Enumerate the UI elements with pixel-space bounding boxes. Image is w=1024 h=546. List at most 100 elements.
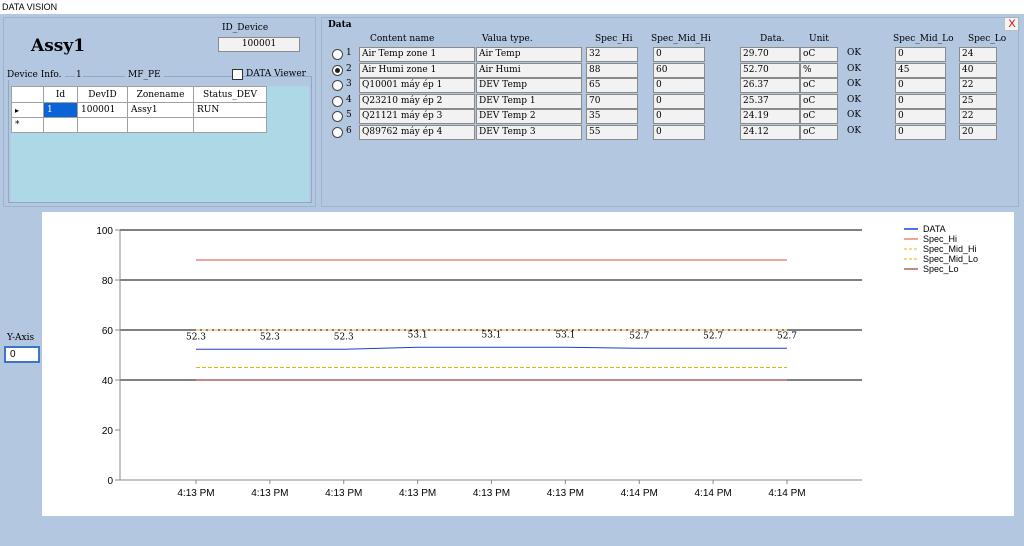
spec-lo-field[interactable]: 22 <box>959 78 997 93</box>
grid-cell[interactable] <box>193 117 267 133</box>
grid-cell-devid[interactable]: 100001 <box>77 102 128 118</box>
line-chart: 0 20 40 60 80 100 4:13 PM 4:13 PM 4:13 PM 4:13 PM… <box>96 224 978 499</box>
header-spec-hi: Spec_Hi <box>595 34 633 44</box>
grid-cell[interactable] <box>77 117 128 133</box>
spec-hi-field[interactable]: 88 <box>586 63 638 78</box>
spec-mid-hi-field[interactable]: 0 <box>653 78 705 93</box>
data-value-field[interactable]: 52.70 <box>740 63 800 78</box>
spec-lo-field[interactable]: 22 <box>959 109 997 124</box>
yaxis-label: Y-Axis <box>7 333 35 343</box>
grid-cell-status[interactable]: RUN <box>193 102 267 118</box>
x-tick-label: 4:14 PM <box>768 488 805 499</box>
row-radio-4[interactable] <box>332 96 343 107</box>
row-radio-5[interactable] <box>332 111 343 122</box>
y-tick-label: 60 <box>102 326 114 337</box>
header-unit: Unit <box>809 34 829 44</box>
legend-label: DATA <box>923 224 946 234</box>
data-label: 52.7 <box>777 331 797 341</box>
data-value-field[interactable]: 25.37 <box>740 94 800 109</box>
value-type-field[interactable]: DEV Temp 2 <box>476 109 582 124</box>
value-type-field[interactable]: Air Temp <box>476 47 582 62</box>
device-name: Assy1 <box>31 36 86 56</box>
grid-cell-zonename[interactable]: Assy1 <box>127 102 194 118</box>
unit-field[interactable]: oC <box>800 109 838 124</box>
grid-header-status[interactable]: Status_DEV <box>193 86 267 103</box>
grid-header-zonename[interactable]: Zonename <box>127 86 194 103</box>
data-value-field[interactable]: 26.37 <box>740 78 800 93</box>
content-name-field[interactable]: Q10001 máy ép 1 <box>359 78 475 93</box>
chart-area: 0 20 40 60 80 100 4:13 PM 4:13 PM 4:13 PM 4:13 PM… <box>42 212 1014 516</box>
content-name-field[interactable]: Q21121 máy ép 3 <box>359 109 475 124</box>
unit-field[interactable]: oC <box>800 78 838 93</box>
spec-hi-field[interactable]: 32 <box>586 47 638 62</box>
spec-hi-field[interactable]: 55 <box>586 125 638 140</box>
grid-cell-id[interactable]: 1 <box>43 102 78 118</box>
device-info-label: Device Info. <box>4 70 65 80</box>
spec-mid-lo-field[interactable]: 45 <box>895 63 946 78</box>
x-tick-label: 4:13 PM <box>473 488 510 499</box>
spec-lo-field[interactable]: 24 <box>959 47 997 62</box>
yaxis-input[interactable]: 0 <box>4 346 40 363</box>
data-panel-title: Data <box>328 20 352 30</box>
value-type-field[interactable]: Air Humi <box>476 63 582 78</box>
spec-mid-hi-field[interactable]: 60 <box>653 63 705 78</box>
spec-mid-hi-field[interactable]: 0 <box>653 125 705 140</box>
data-value-field[interactable]: 29.70 <box>740 47 800 62</box>
data-viewer-checkbox[interactable] <box>232 69 243 80</box>
spec-mid-lo-field[interactable]: 0 <box>895 94 946 109</box>
y-tick-label: 40 <box>102 376 114 387</box>
new-row[interactable]: * <box>11 117 267 133</box>
spec-lo-field[interactable]: 20 <box>959 125 997 140</box>
data-label: 52.7 <box>703 331 723 341</box>
grid-cell[interactable] <box>127 117 194 133</box>
spec-mid-hi-field[interactable]: 0 <box>653 109 705 124</box>
grid-header-devid[interactable]: DevID <box>77 86 128 103</box>
content-name-field[interactable]: Q89762 máy ép 4 <box>359 125 475 140</box>
content-name-field[interactable]: Air Temp zone 1 <box>359 47 475 62</box>
spec-mid-hi-field[interactable]: 0 <box>653 47 705 62</box>
grid-cell[interactable] <box>43 117 78 133</box>
spec-lo-field[interactable]: 40 <box>959 63 997 78</box>
row-number: 5 <box>346 110 352 120</box>
table-row[interactable]: ▸ 1 100001 Assy1 RUN <box>11 102 267 118</box>
id-device-field[interactable]: 100001 <box>218 37 300 52</box>
device-info-group-name: MF_PE <box>125 70 164 80</box>
unit-field[interactable]: oC <box>800 47 838 62</box>
content-name-field[interactable]: Air Humi zone 1 <box>359 63 475 78</box>
spec-mid-lo-field[interactable]: 0 <box>895 47 946 62</box>
data-viewer-label: DATA Viewer <box>246 69 306 79</box>
row-selector-icon[interactable]: ▸ <box>11 102 44 118</box>
spec-lo-field[interactable]: 25 <box>959 94 997 109</box>
spec-hi-field[interactable]: 65 <box>586 78 638 93</box>
spec-mid-lo-field[interactable]: 0 <box>895 109 946 124</box>
y-tick-label: 0 <box>107 476 113 487</box>
row-radio-3[interactable] <box>332 80 343 91</box>
legend-label: Spec_Mid_Hi <box>923 244 977 254</box>
spec-hi-field[interactable]: 35 <box>586 109 638 124</box>
spec-mid-hi-field[interactable]: 0 <box>653 94 705 109</box>
unit-field[interactable]: % <box>800 63 838 78</box>
unit-field[interactable]: oC <box>800 125 838 140</box>
data-value-field[interactable]: 24.12 <box>740 125 800 140</box>
data-value-field[interactable]: 24.19 <box>740 109 800 124</box>
value-type-field[interactable]: DEV Temp 1 <box>476 94 582 109</box>
row-radio-6[interactable] <box>332 127 343 138</box>
unit-field[interactable]: oC <box>800 94 838 109</box>
x-tick-label: 4:13 PM <box>547 488 584 499</box>
spec-mid-lo-field[interactable]: 0 <box>895 78 946 93</box>
spec-hi-field[interactable]: 70 <box>586 94 638 109</box>
row-radio-2[interactable] <box>332 65 343 76</box>
device-grid-area: Id DevID Zonename Status_DEV ▸ 1 100001 … <box>11 86 309 202</box>
content-name-field[interactable]: Q23210 máy ép 2 <box>359 94 475 109</box>
status-label: OK <box>847 48 862 58</box>
legend-label: Spec_Lo <box>923 264 959 274</box>
new-row-marker: * <box>11 117 44 133</box>
row-radio-1[interactable] <box>332 49 343 60</box>
device-info-index: 1 <box>75 70 83 80</box>
spec-mid-lo-field[interactable]: 0 <box>895 125 946 140</box>
id-device-label: ID_Device <box>222 23 269 33</box>
grid-header-id[interactable]: Id <box>43 86 78 103</box>
y-tick-label: 80 <box>102 276 114 287</box>
value-type-field[interactable]: DEV Temp 3 <box>476 125 582 140</box>
value-type-field[interactable]: DEV Temp <box>476 78 582 93</box>
